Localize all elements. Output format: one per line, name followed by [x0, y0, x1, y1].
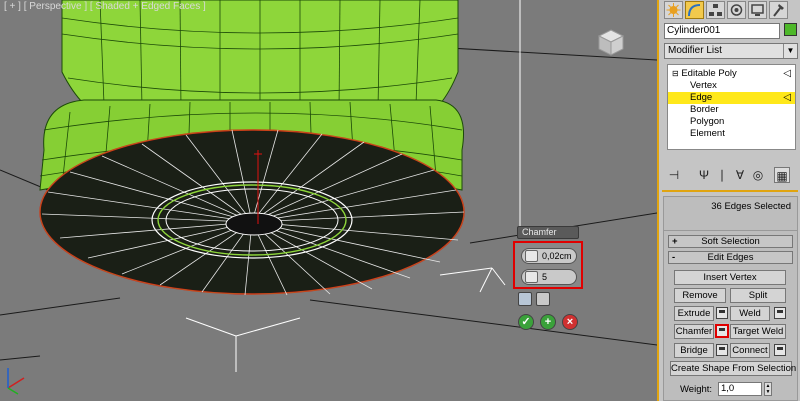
chamfer-button[interactable]: Chamfer [674, 324, 714, 339]
soft-selection-rollout[interactable]: + Soft Selection [668, 235, 793, 248]
weld-settings-icon[interactable] [774, 307, 786, 319]
selection-info: 36 Edges Selected [664, 201, 797, 231]
target-weld-button[interactable]: Target Weld [730, 324, 786, 339]
stack-item-label: Element [690, 128, 725, 139]
amount-icon [525, 250, 538, 262]
stack-item-edge[interactable]: Edge ◁ [668, 92, 795, 104]
split-button[interactable]: Split [730, 288, 786, 303]
stack-item-vertex[interactable]: Vertex [668, 80, 795, 92]
viewport-label[interactable]: [ + ] [ Perspective ] [ Shaded + Edged F… [4, 1, 206, 12]
caddy-title[interactable]: Chamfer [517, 226, 579, 239]
modifier-list-dropdown[interactable]: Modifier List ▼ [664, 43, 798, 59]
expand-minus-icon: ⊟ [672, 69, 679, 78]
chamfer-settings-icon[interactable] [715, 324, 729, 338]
object-color-swatch[interactable] [784, 23, 797, 36]
utilities-tab-icon[interactable] [769, 1, 788, 19]
divider [662, 190, 798, 192]
bridge-settings-icon[interactable] [716, 344, 728, 356]
check-disabled-icon[interactable] [536, 292, 550, 306]
caddy-options-row [518, 292, 558, 306]
stack-item-label: Editable Poly [681, 68, 737, 79]
bridge-button[interactable]: Bridge [674, 343, 714, 358]
viewcube-icon[interactable] [596, 27, 626, 57]
hierarchy-tab-icon[interactable] [706, 1, 725, 19]
create-shape-button[interactable]: Create Shape From Selection [670, 361, 796, 376]
chamfer-amount-value: 0,02cm [542, 251, 572, 261]
connect-settings-icon[interactable] [774, 344, 786, 356]
configure-modifier-sets-icon[interactable]: ▦ [774, 167, 790, 183]
modify-tab-icon[interactable] [685, 1, 704, 19]
scene-mesh [0, 0, 657, 395]
remove-button[interactable]: Remove [674, 288, 726, 303]
chamfer-amount-field[interactable]: 0,02cm [521, 248, 577, 264]
stack-item-label: Edge [690, 92, 713, 103]
caddy-actions: ✓ + × [518, 314, 588, 332]
rollout-title: Soft Selection [701, 236, 760, 247]
stack-item-label: Border [690, 104, 719, 115]
stack-toolbar: ⊣ Ψ ∣ ∀ ◎ ▦ [662, 167, 798, 183]
extrude-button[interactable]: Extrude [674, 306, 714, 321]
weight-input[interactable]: 1,0 [718, 382, 762, 396]
weight-spinner[interactable]: ▲ ▼ [764, 382, 772, 396]
stack-item-editable-poly[interactable]: ⊟ Editable Poly ◁ [668, 68, 795, 80]
stack-item-border[interactable]: Border [668, 104, 795, 116]
rollout-sign: + [672, 236, 678, 247]
connect-button[interactable]: Connect [730, 343, 770, 358]
command-panel: Cylinder001 Modifier List ▼ ⊟ Editable P… [657, 0, 800, 401]
perspective-viewport[interactable]: [ + ] [ Perspective ] [ Shaded + Edged F… [0, 0, 657, 401]
stack-item-label: Vertex [690, 80, 717, 91]
show-end-result-icon[interactable]: ◁ [783, 68, 791, 80]
panel-tabs [662, 1, 796, 19]
cancel-icon[interactable]: × [562, 314, 578, 330]
display-tab-icon[interactable] [748, 1, 767, 19]
chevron-down-icon: ▼ [783, 44, 797, 58]
motion-tab-icon[interactable] [727, 1, 746, 19]
remove-modifier-icon[interactable]: ∀ [732, 167, 748, 183]
show-end-result-icon[interactable]: Ψ [696, 167, 712, 183]
rollout-area: 36 Edges Selected + Soft Selection - Edi… [663, 196, 798, 401]
chamfer-segments-value: 5 [542, 272, 548, 282]
open-chamfer-icon[interactable] [518, 292, 532, 306]
weld-button[interactable]: Weld [730, 306, 770, 321]
selected-triangle-icon: ◁ [783, 92, 791, 103]
apply-continue-icon[interactable]: + [540, 314, 556, 330]
rollout-title: Edit Edges [707, 252, 754, 263]
stack-item-polygon[interactable]: Polygon [668, 116, 795, 128]
rollout-sign: - [672, 252, 676, 263]
make-unique-icon[interactable]: ∣ [714, 167, 730, 183]
create-tab-icon[interactable] [664, 1, 683, 19]
chamfer-segments-field[interactable]: 5 [521, 269, 577, 285]
object-name-field[interactable]: Cylinder001 [664, 23, 780, 39]
stack-item-label: Polygon [690, 116, 725, 127]
pin-stack-icon[interactable]: ⊣ [666, 167, 682, 183]
caddy-highlight-box: 0,02cm 5 [513, 241, 583, 289]
modifier-list-label: Modifier List [668, 45, 722, 56]
weight-label: Weight: [680, 384, 713, 395]
segments-icon [525, 271, 538, 283]
stack-item-element[interactable]: Element [668, 128, 795, 140]
ok-icon[interactable]: ✓ [518, 314, 534, 330]
extrude-settings-icon[interactable] [716, 307, 728, 319]
configure-sets-icon[interactable]: ◎ [750, 167, 766, 183]
modifier-stack: ⊟ Editable Poly ◁ Vertex Edge ◁ Border P… [667, 64, 796, 150]
insert-vertex-button[interactable]: Insert Vertex [674, 270, 786, 285]
edit-edges-rollout[interactable]: - Edit Edges [668, 251, 793, 264]
